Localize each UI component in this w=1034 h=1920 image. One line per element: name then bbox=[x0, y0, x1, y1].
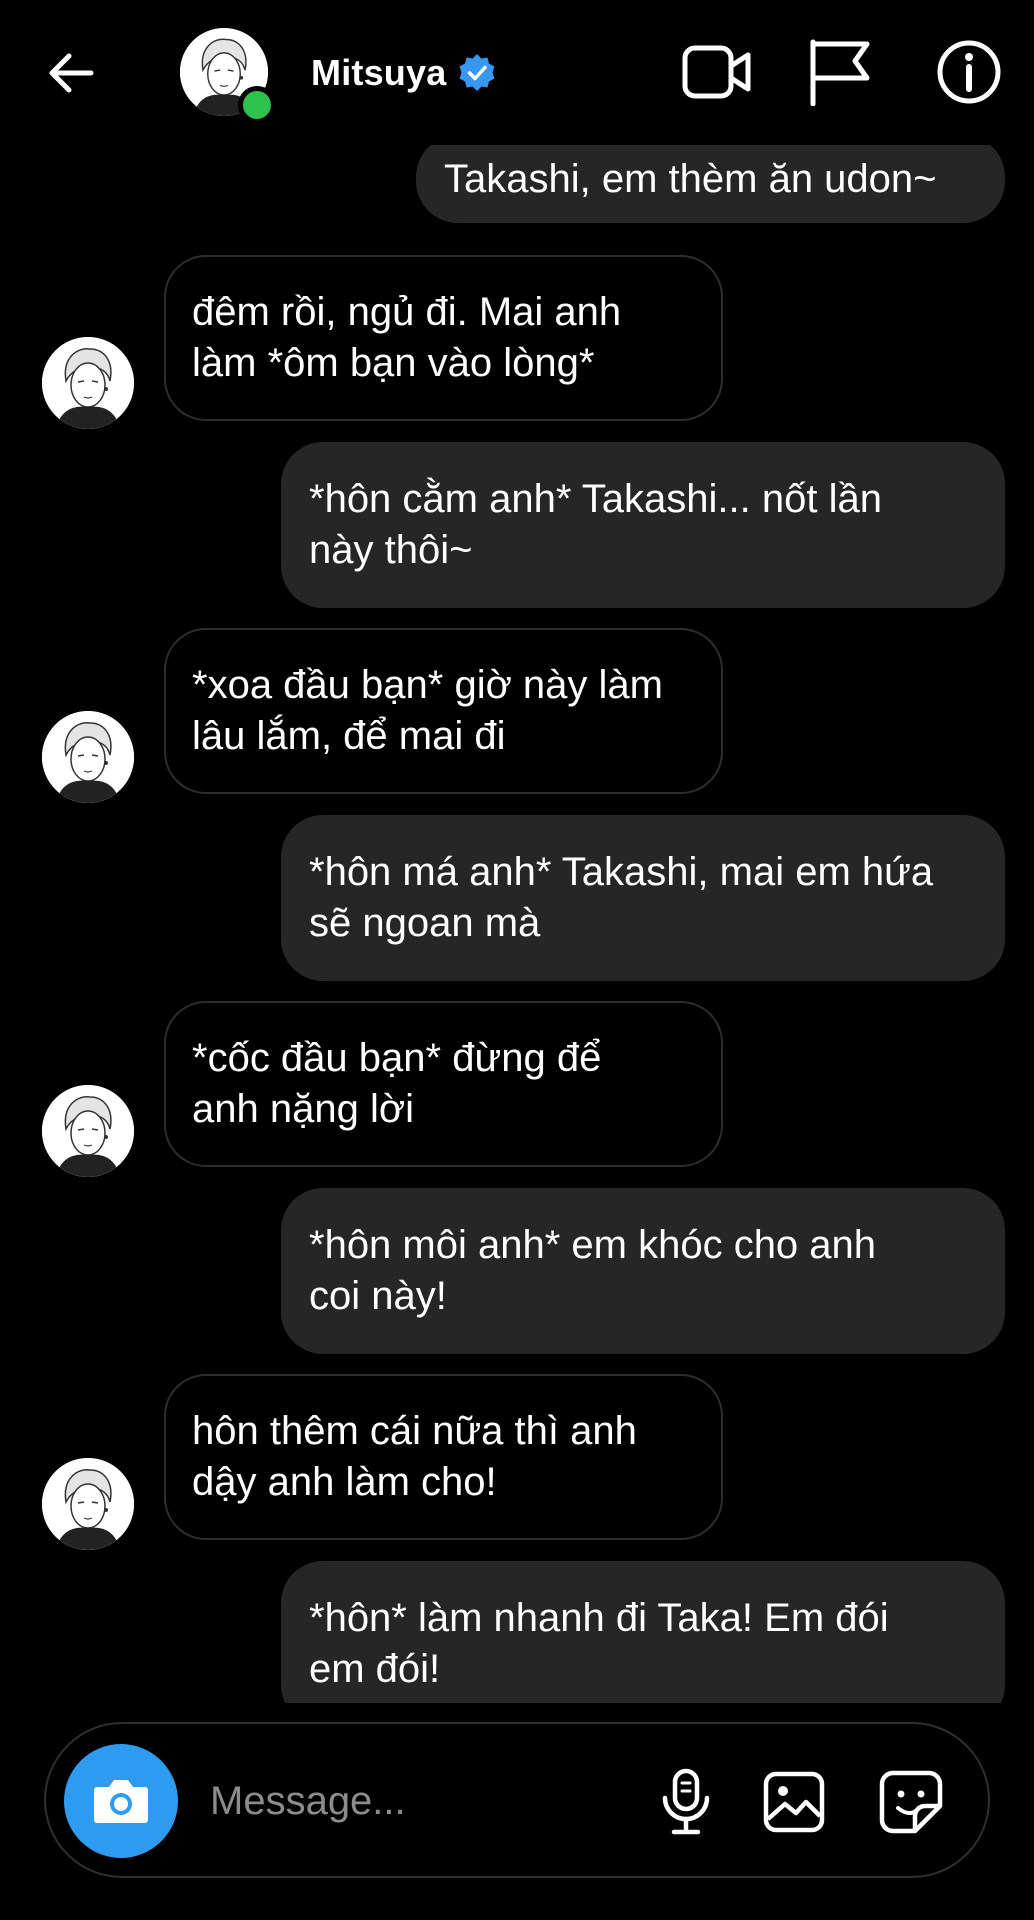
sticker-button[interactable] bbox=[875, 1766, 947, 1838]
report-flag-button[interactable] bbox=[804, 36, 876, 108]
message-outgoing[interactable]: *hôn má anh* Takashi, mai em hứa sẽ ngoa… bbox=[281, 815, 1005, 981]
dm-screen: Mitsuya Takashi, em thèm ăn udon~ đêm rồ… bbox=[0, 0, 1034, 1920]
microphone-icon bbox=[662, 1768, 710, 1835]
verified-badge-icon bbox=[459, 54, 495, 91]
video-call-icon bbox=[682, 45, 751, 99]
message-thread[interactable]: Takashi, em thèm ăn udon~ đêm rồi, ngủ đ… bbox=[0, 145, 1034, 1703]
message-incoming[interactable]: *cốc đầu bạn* đừng để anh nặng lời bbox=[164, 1001, 723, 1167]
online-status-dot bbox=[238, 86, 276, 124]
message-input[interactable] bbox=[210, 1764, 630, 1838]
contact-avatar[interactable] bbox=[180, 28, 276, 124]
message-outgoing[interactable]: *hôn môi anh* em khóc cho anh coi này! bbox=[281, 1188, 1005, 1354]
gallery-button[interactable] bbox=[758, 1766, 830, 1838]
sender-avatar[interactable] bbox=[42, 1458, 134, 1550]
video-call-button[interactable] bbox=[681, 36, 753, 108]
back-button[interactable] bbox=[40, 42, 102, 104]
gallery-icon bbox=[763, 1771, 825, 1833]
message-outgoing[interactable]: *hôn* làm nhanh đi Taka! Em đói em đói! bbox=[281, 1561, 1005, 1703]
info-button[interactable] bbox=[933, 36, 1005, 108]
sender-avatar[interactable] bbox=[42, 711, 134, 803]
message-incoming[interactable]: *xoa đầu bạn* giờ này làm lâu lắm, để ma… bbox=[164, 628, 723, 794]
sender-avatar[interactable] bbox=[42, 1085, 134, 1177]
sender-avatar[interactable] bbox=[42, 337, 134, 429]
voice-message-button[interactable] bbox=[650, 1766, 722, 1838]
arrow-left-icon bbox=[49, 53, 94, 93]
contact-name[interactable]: Mitsuya bbox=[311, 52, 446, 94]
message-outgoing[interactable]: *hôn cằm anh* Takashi... nốt lần này thô… bbox=[281, 442, 1005, 608]
chat-header: Mitsuya bbox=[0, 0, 1034, 145]
message-composer bbox=[44, 1722, 990, 1878]
camera-button[interactable] bbox=[64, 1744, 178, 1858]
flag-icon bbox=[810, 39, 870, 106]
camera-icon bbox=[94, 1780, 148, 1823]
message-outgoing[interactable]: Takashi, em thèm ăn udon~ bbox=[416, 145, 1005, 223]
info-icon bbox=[937, 40, 1001, 104]
message-incoming[interactable]: hôn thêm cái nữa thì anh dậy anh làm cho… bbox=[164, 1374, 723, 1540]
message-incoming[interactable]: đêm rồi, ngủ đi. Mai anh làm *ôm bạn vào… bbox=[164, 255, 723, 421]
sticker-icon bbox=[879, 1770, 943, 1834]
